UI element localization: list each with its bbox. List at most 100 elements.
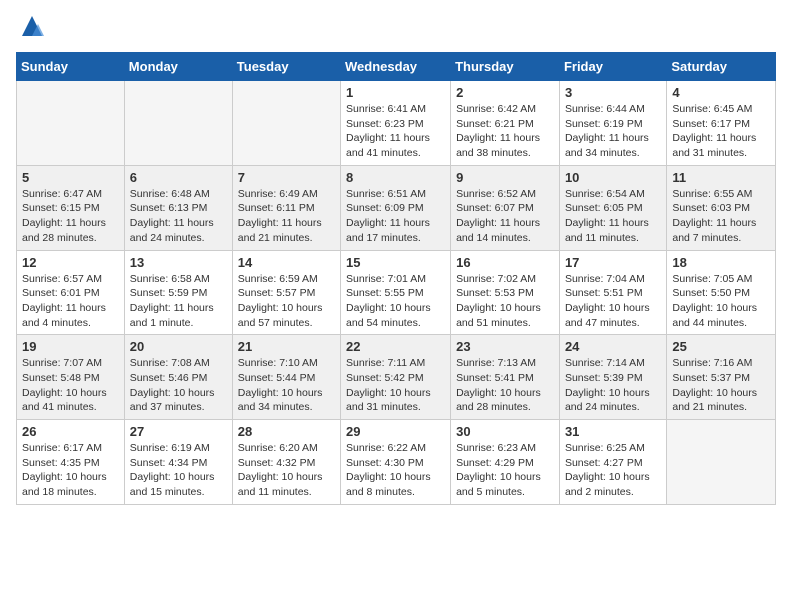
calendar-cell: 14 Sunrise: 6:59 AM Sunset: 5:57 PM Dayli… xyxy=(232,250,340,335)
day-info: Sunrise: 6:57 AM Sunset: 6:01 PM Dayligh… xyxy=(22,272,119,331)
calendar-cell xyxy=(17,81,125,166)
day-info: Sunrise: 6:48 AM Sunset: 6:13 PM Dayligh… xyxy=(130,187,227,246)
day-info: Sunrise: 7:16 AM Sunset: 5:37 PM Dayligh… xyxy=(672,356,770,415)
day-info: Sunrise: 7:07 AM Sunset: 5:48 PM Dayligh… xyxy=(22,356,119,415)
calendar-cell: 5 Sunrise: 6:47 AM Sunset: 6:15 PM Daylig… xyxy=(17,165,125,250)
day-number: 7 xyxy=(238,170,335,185)
day-number: 6 xyxy=(130,170,227,185)
calendar-week-row: 5 Sunrise: 6:47 AM Sunset: 6:15 PM Daylig… xyxy=(17,165,776,250)
day-info: Sunrise: 7:14 AM Sunset: 5:39 PM Dayligh… xyxy=(565,356,661,415)
day-info: Sunrise: 7:05 AM Sunset: 5:50 PM Dayligh… xyxy=(672,272,770,331)
day-number: 27 xyxy=(130,424,227,439)
day-info: Sunrise: 7:04 AM Sunset: 5:51 PM Dayligh… xyxy=(565,272,661,331)
calendar-cell: 30Sunrise: 6:23 AM Sunset: 4:29 PM Dayli… xyxy=(451,420,560,505)
calendar-cell: 6 Sunrise: 6:48 AM Sunset: 6:13 PM Daylig… xyxy=(124,165,232,250)
day-info: Sunrise: 6:45 AM Sunset: 6:17 PM Dayligh… xyxy=(672,102,770,161)
day-info: Sunrise: 6:47 AM Sunset: 6:15 PM Dayligh… xyxy=(22,187,119,246)
calendar-week-row: 1Sunrise: 6:41 AM Sunset: 6:23 PM Daylig… xyxy=(17,81,776,166)
day-number: 19 xyxy=(22,339,119,354)
calendar-cell: 28 Sunrise: 6:20 AM Sunset: 4:32 PM Dayli… xyxy=(232,420,340,505)
logo xyxy=(16,16,46,40)
day-info: Sunrise: 7:02 AM Sunset: 5:53 PM Dayligh… xyxy=(456,272,554,331)
day-info: Sunrise: 6:22 AM Sunset: 4:30 PM Dayligh… xyxy=(346,441,445,500)
calendar-col-header: Saturday xyxy=(667,53,776,81)
calendar-cell: 18 Sunrise: 7:05 AM Sunset: 5:50 PM Dayli… xyxy=(667,250,776,335)
day-number: 13 xyxy=(130,255,227,270)
calendar-cell xyxy=(667,420,776,505)
day-number: 10 xyxy=(565,170,661,185)
calendar-week-row: 19 Sunrise: 7:07 AM Sunset: 5:48 PM Dayli… xyxy=(17,335,776,420)
day-info: Sunrise: 6:20 AM Sunset: 4:32 PM Dayligh… xyxy=(238,441,335,500)
calendar-col-header: Monday xyxy=(124,53,232,81)
day-number: 14 xyxy=(238,255,335,270)
day-info: Sunrise: 7:11 AM Sunset: 5:42 PM Dayligh… xyxy=(346,356,445,415)
calendar-cell: 29 Sunrise: 6:22 AM Sunset: 4:30 PM Dayli… xyxy=(341,420,451,505)
calendar-col-header: Thursday xyxy=(451,53,560,81)
calendar-col-header: Sunday xyxy=(17,53,125,81)
calendar-cell: 3Sunrise: 6:44 AM Sunset: 6:19 PM Daylig… xyxy=(559,81,666,166)
day-number: 20 xyxy=(130,339,227,354)
day-info: Sunrise: 6:17 AM Sunset: 4:35 PM Dayligh… xyxy=(22,441,119,500)
day-number: 30 xyxy=(456,424,554,439)
calendar-header-row: SundayMondayTuesdayWednesdayThursdayFrid… xyxy=(17,53,776,81)
calendar-cell: 24Sunrise: 7:14 AM Sunset: 5:39 PM Dayli… xyxy=(559,335,666,420)
calendar-cell: 15 Sunrise: 7:01 AM Sunset: 5:55 PM Dayli… xyxy=(341,250,451,335)
day-number: 29 xyxy=(346,424,445,439)
day-info: Sunrise: 7:01 AM Sunset: 5:55 PM Dayligh… xyxy=(346,272,445,331)
day-number: 16 xyxy=(456,255,554,270)
calendar-cell: 2 Sunrise: 6:42 AM Sunset: 6:21 PM Daylig… xyxy=(451,81,560,166)
calendar-cell: 1Sunrise: 6:41 AM Sunset: 6:23 PM Daylig… xyxy=(341,81,451,166)
calendar-cell: 27 Sunrise: 6:19 AM Sunset: 4:34 PM Dayli… xyxy=(124,420,232,505)
day-number: 12 xyxy=(22,255,119,270)
calendar-week-row: 12 Sunrise: 6:57 AM Sunset: 6:01 PM Dayli… xyxy=(17,250,776,335)
day-info: Sunrise: 6:59 AM Sunset: 5:57 PM Dayligh… xyxy=(238,272,335,331)
day-info: Sunrise: 6:58 AM Sunset: 5:59 PM Dayligh… xyxy=(130,272,227,331)
calendar-cell: 20Sunrise: 7:08 AM Sunset: 5:46 PM Dayli… xyxy=(124,335,232,420)
day-number: 26 xyxy=(22,424,119,439)
day-number: 18 xyxy=(672,255,770,270)
day-info: Sunrise: 7:10 AM Sunset: 5:44 PM Dayligh… xyxy=(238,356,335,415)
day-number: 28 xyxy=(238,424,335,439)
calendar-cell: 11Sunrise: 6:55 AM Sunset: 6:03 PM Dayli… xyxy=(667,165,776,250)
day-info: Sunrise: 6:51 AM Sunset: 6:09 PM Dayligh… xyxy=(346,187,445,246)
calendar-cell: 10 Sunrise: 6:54 AM Sunset: 6:05 PM Dayli… xyxy=(559,165,666,250)
calendar-cell: 16 Sunrise: 7:02 AM Sunset: 5:53 PM Dayli… xyxy=(451,250,560,335)
day-number: 15 xyxy=(346,255,445,270)
day-number: 17 xyxy=(565,255,661,270)
day-number: 23 xyxy=(456,339,554,354)
calendar-cell: 9 Sunrise: 6:52 AM Sunset: 6:07 PM Daylig… xyxy=(451,165,560,250)
calendar-cell: 26 Sunrise: 6:17 AM Sunset: 4:35 PM Dayli… xyxy=(17,420,125,505)
logo-icon xyxy=(18,12,46,40)
day-number: 9 xyxy=(456,170,554,185)
calendar-cell: 22 Sunrise: 7:11 AM Sunset: 5:42 PM Dayli… xyxy=(341,335,451,420)
day-info: Sunrise: 7:13 AM Sunset: 5:41 PM Dayligh… xyxy=(456,356,554,415)
day-number: 21 xyxy=(238,339,335,354)
calendar-cell: 8Sunrise: 6:51 AM Sunset: 6:09 PM Daylig… xyxy=(341,165,451,250)
day-info: Sunrise: 6:52 AM Sunset: 6:07 PM Dayligh… xyxy=(456,187,554,246)
day-number: 2 xyxy=(456,85,554,100)
calendar-cell: 17 Sunrise: 7:04 AM Sunset: 5:51 PM Dayli… xyxy=(559,250,666,335)
day-info: Sunrise: 6:49 AM Sunset: 6:11 PM Dayligh… xyxy=(238,187,335,246)
calendar-table: SundayMondayTuesdayWednesdayThursdayFrid… xyxy=(16,52,776,505)
day-info: Sunrise: 6:42 AM Sunset: 6:21 PM Dayligh… xyxy=(456,102,554,161)
day-number: 3 xyxy=(565,85,661,100)
calendar-cell: 31 Sunrise: 6:25 AM Sunset: 4:27 PM Dayli… xyxy=(559,420,666,505)
day-number: 25 xyxy=(672,339,770,354)
day-number: 31 xyxy=(565,424,661,439)
calendar-col-header: Friday xyxy=(559,53,666,81)
day-info: Sunrise: 6:19 AM Sunset: 4:34 PM Dayligh… xyxy=(130,441,227,500)
calendar-cell: 23 Sunrise: 7:13 AM Sunset: 5:41 PM Dayli… xyxy=(451,335,560,420)
page-header xyxy=(16,16,776,40)
calendar-cell: 7 Sunrise: 6:49 AM Sunset: 6:11 PM Daylig… xyxy=(232,165,340,250)
calendar-cell: 19 Sunrise: 7:07 AM Sunset: 5:48 PM Dayli… xyxy=(17,335,125,420)
calendar-col-header: Wednesday xyxy=(341,53,451,81)
day-number: 5 xyxy=(22,170,119,185)
day-info: Sunrise: 6:25 AM Sunset: 4:27 PM Dayligh… xyxy=(565,441,661,500)
day-info: Sunrise: 6:54 AM Sunset: 6:05 PM Dayligh… xyxy=(565,187,661,246)
calendar-cell: 25 Sunrise: 7:16 AM Sunset: 5:37 PM Dayli… xyxy=(667,335,776,420)
calendar-week-row: 26 Sunrise: 6:17 AM Sunset: 4:35 PM Dayli… xyxy=(17,420,776,505)
day-number: 22 xyxy=(346,339,445,354)
day-info: Sunrise: 6:41 AM Sunset: 6:23 PM Dayligh… xyxy=(346,102,445,161)
calendar-cell: 13 Sunrise: 6:58 AM Sunset: 5:59 PM Dayli… xyxy=(124,250,232,335)
calendar-cell xyxy=(232,81,340,166)
